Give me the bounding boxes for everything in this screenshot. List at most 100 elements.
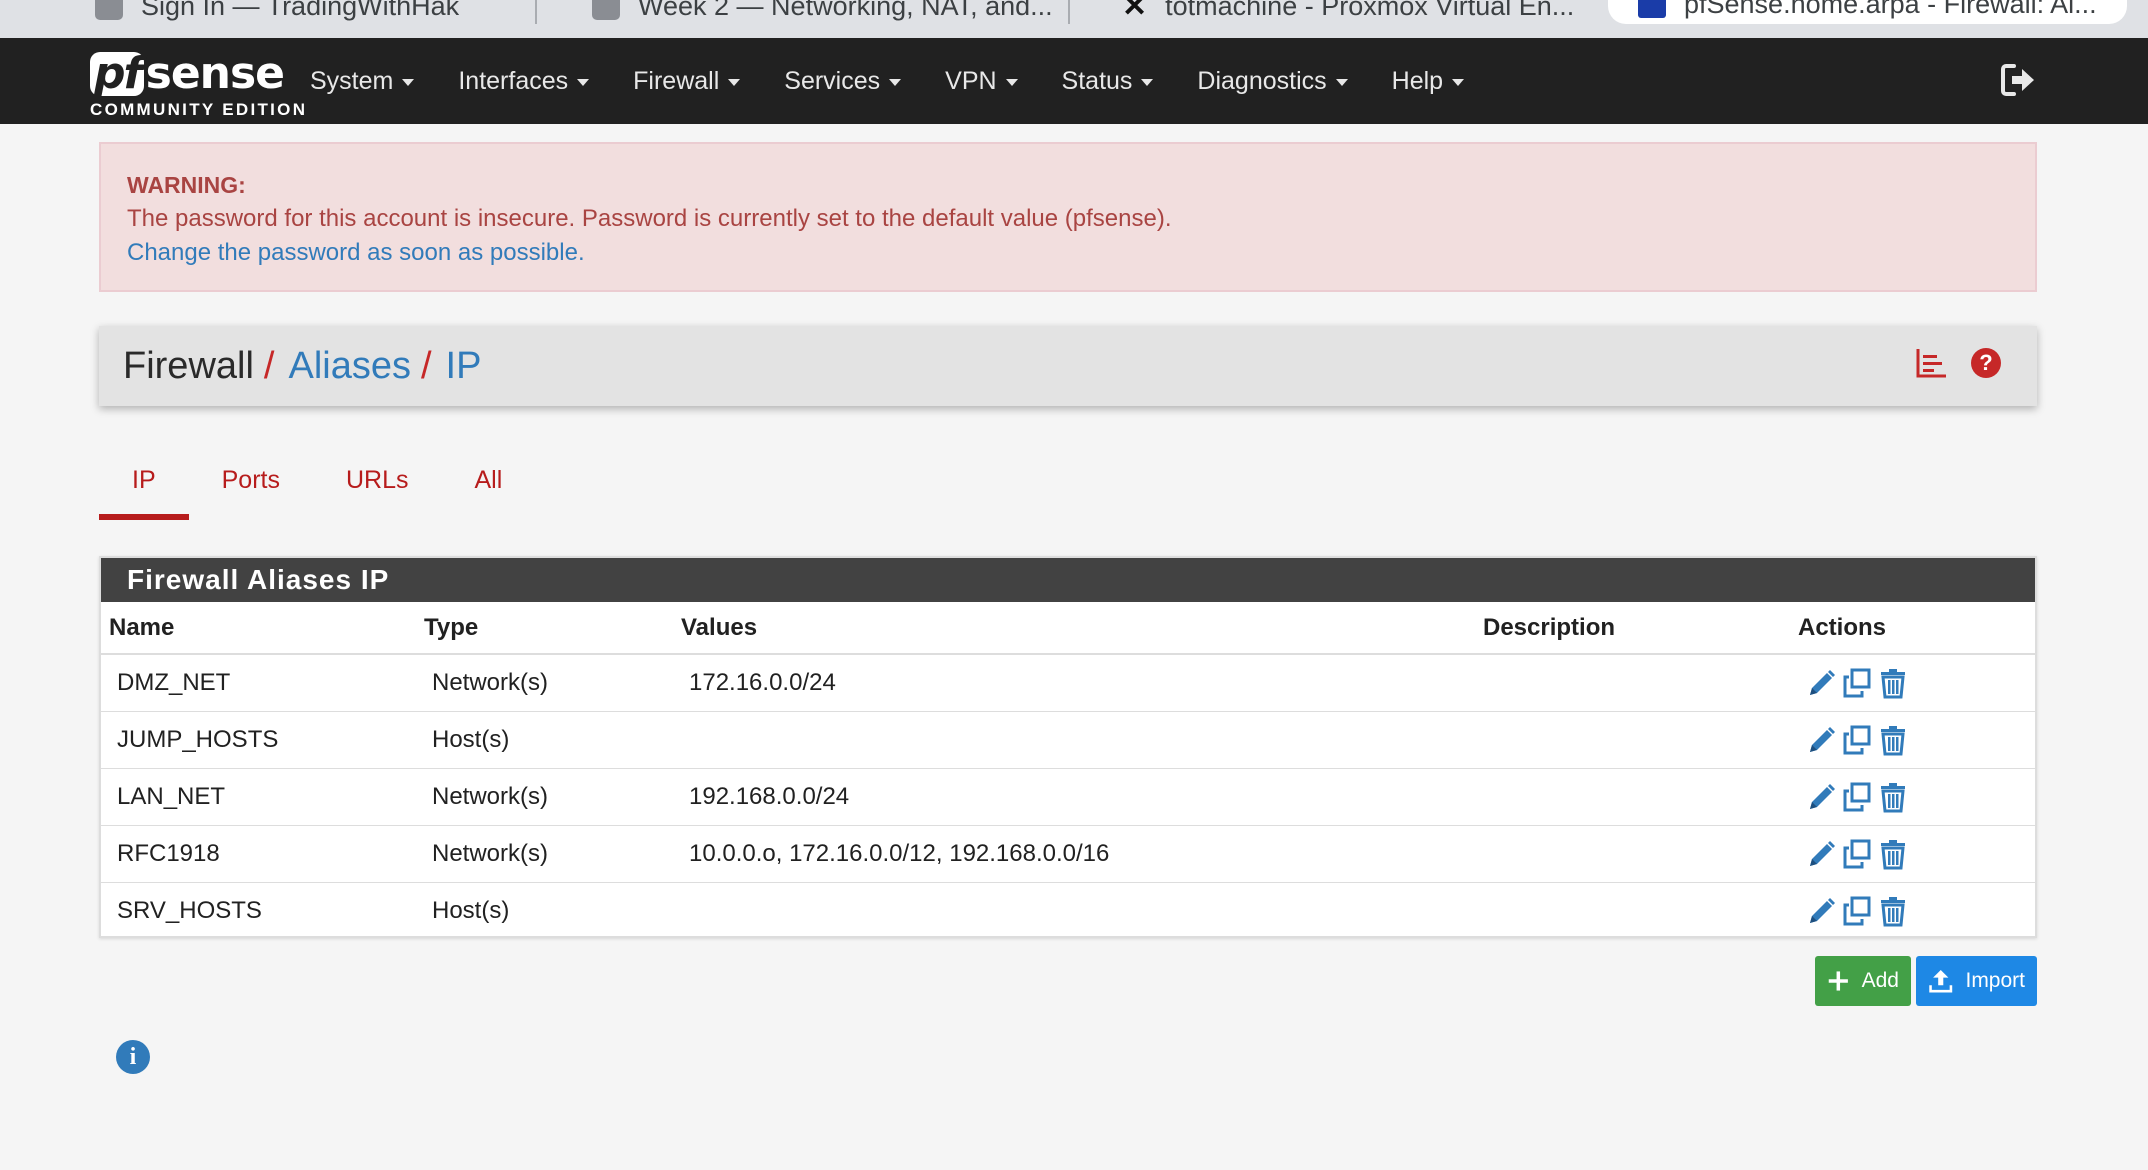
pfsense-favicon-icon [1638,0,1666,18]
browser-tab-1[interactable]: Sign In — TradingWithHak [95,0,459,26]
alias-name: LAN_NET [101,768,416,826]
caret-down-icon [577,78,590,86]
info-icon[interactable]: i [116,1040,150,1074]
add-alias-button[interactable]: Add [1815,956,1911,1006]
import-aliases-button[interactable]: Import [1916,956,2037,1006]
tab-all[interactable]: All [442,460,536,520]
alias-description [1475,768,1790,826]
alert-title: WARNING: [127,172,246,198]
menu-label: Help [1391,66,1444,95]
menu-help[interactable]: Help [1391,66,1465,96]
edit-pencil-icon[interactable] [1806,667,1836,699]
alias-values [673,711,1475,769]
sign-out-icon[interactable] [1998,60,2038,100]
tab-divider [535,0,537,24]
trash-icon[interactable] [1878,724,1908,756]
alias-values: 10.0.0.o, 172.16.0.0/12, 192.168.0.0/16 [673,825,1475,883]
menu-diagnostics[interactable]: Diagnostics [1197,67,1348,96]
edit-pencil-icon[interactable] [1806,895,1836,927]
table-row[interactable]: DMZ_NET Network(s) 172.16.0.0/24 [101,654,2035,712]
change-password-link[interactable]: Change the password as soon as possible. [127,239,2009,267]
aliases-panel: Firewall Aliases IP Name Type Values Des… [99,556,2037,938]
caret-down-icon [402,78,415,86]
menu-label: Firewall [633,66,720,95]
help-icon[interactable]: ? [1971,348,2001,378]
column-header-values[interactable]: Values [673,602,1475,655]
browser-tab-label: Week 2 — Networking, NAT, and... [638,0,1053,21]
browser-tab-3[interactable]: ✕ totmachine - Proxmox Virtual En... [1122,0,1574,26]
favicon-icon [95,0,123,20]
alias-actions [1790,825,2035,883]
caret-down-icon [889,78,902,86]
edit-pencil-icon[interactable] [1806,838,1836,870]
menu-label: VPN [945,66,997,95]
breadcrumb-bar: Firewall / Aliases / IP ? [99,326,2037,406]
tab-divider [1068,0,1070,24]
menu-label: System [310,66,394,95]
table-row[interactable]: SRV_HOSTS Host(s) [101,882,2035,939]
tab-urls[interactable]: URLs [313,460,442,520]
menu-system[interactable]: System [310,66,415,96]
copy-icon[interactable] [1842,838,1872,870]
alias-type: Network(s) [416,768,673,826]
menu-status[interactable]: Status [1062,67,1154,96]
row-action-icons [1806,667,2035,699]
alias-type: Network(s) [416,825,673,883]
caret-down-icon [1141,78,1154,86]
table-row[interactable]: JUMP_HOSTS Host(s) [101,711,2035,769]
browser-tab-2[interactable]: Week 2 — Networking, NAT, and... [592,0,1053,26]
alias-values [673,882,1475,939]
proxmox-x-icon: ✕ [1122,0,1148,23]
edit-pencil-icon[interactable] [1806,781,1836,813]
tab-ports[interactable]: Ports [189,460,313,520]
caret-down-icon [728,78,741,86]
alias-type-tabs: IP Ports URLs All [99,460,535,520]
column-header-description[interactable]: Description [1475,602,1790,655]
breadcrumb-aliases[interactable]: Aliases [288,345,411,388]
trash-icon[interactable] [1878,781,1908,813]
alias-description [1475,654,1790,712]
trash-icon[interactable] [1878,895,1908,927]
edit-pencil-icon[interactable] [1806,724,1836,756]
breadcrumb-actions: ? [1915,346,2001,380]
upload-icon [1929,969,1953,993]
panel-title: Firewall Aliases IP [101,558,2035,602]
menu-firewall[interactable]: Firewall [633,66,741,96]
table-row[interactable]: LAN_NET Network(s) 192.168.0.0/24 [101,768,2035,826]
row-action-icons [1806,895,2035,927]
alias-name: DMZ_NET [101,654,416,712]
pfsense-logo[interactable]: pf sense COMMUNITY EDITION [90,48,307,120]
logo-main-text: sense [145,48,285,99]
menu-interfaces[interactable]: Interfaces [458,67,590,96]
column-header-type[interactable]: Type [416,602,673,655]
copy-icon[interactable] [1842,781,1872,813]
caret-down-icon [1005,78,1018,86]
browser-tab-active[interactable]: pfSense.home.arpa - Firewall: Al... [1608,0,2127,24]
bar-chart-icon[interactable] [1915,346,1949,380]
menu-services[interactable]: Services [784,66,902,96]
row-action-icons [1806,838,2035,870]
alias-type: Host(s) [416,711,673,769]
column-header-name[interactable]: Name [101,602,416,655]
aliases-table: Name Type Values Description Actions DMZ… [101,602,2035,939]
trash-icon[interactable] [1878,667,1908,699]
copy-icon[interactable] [1842,724,1872,756]
menu-label: Services [784,66,881,95]
browser-tab-strip: Sign In — TradingWithHak Week 2 — Networ… [0,0,2148,38]
table-row[interactable]: RFC1918 Network(s) 10.0.0.o, 172.16.0.0/12… [101,825,2035,883]
row-action-icons [1806,724,2035,756]
breadcrumb-ip[interactable]: IP [446,345,482,388]
copy-icon[interactable] [1842,895,1872,927]
table-body: DMZ_NET Network(s) 172.16.0.0/24 JUMP_HOSTS… [101,654,2035,939]
alias-name: RFC1918 [101,825,416,883]
tab-ip[interactable]: IP [99,460,189,520]
breadcrumb-separator: / [263,344,275,387]
copy-icon[interactable] [1842,667,1872,699]
plus-icon [1828,971,1848,991]
top-navbar: pf sense COMMUNITY EDITION System Interf… [0,38,2148,124]
menu-vpn[interactable]: VPN [945,66,1018,96]
trash-icon[interactable] [1878,838,1908,870]
logo-wordmark: pf sense [90,48,307,96]
column-header-actions: Actions [1790,602,2035,655]
favicon-icon [592,0,620,20]
